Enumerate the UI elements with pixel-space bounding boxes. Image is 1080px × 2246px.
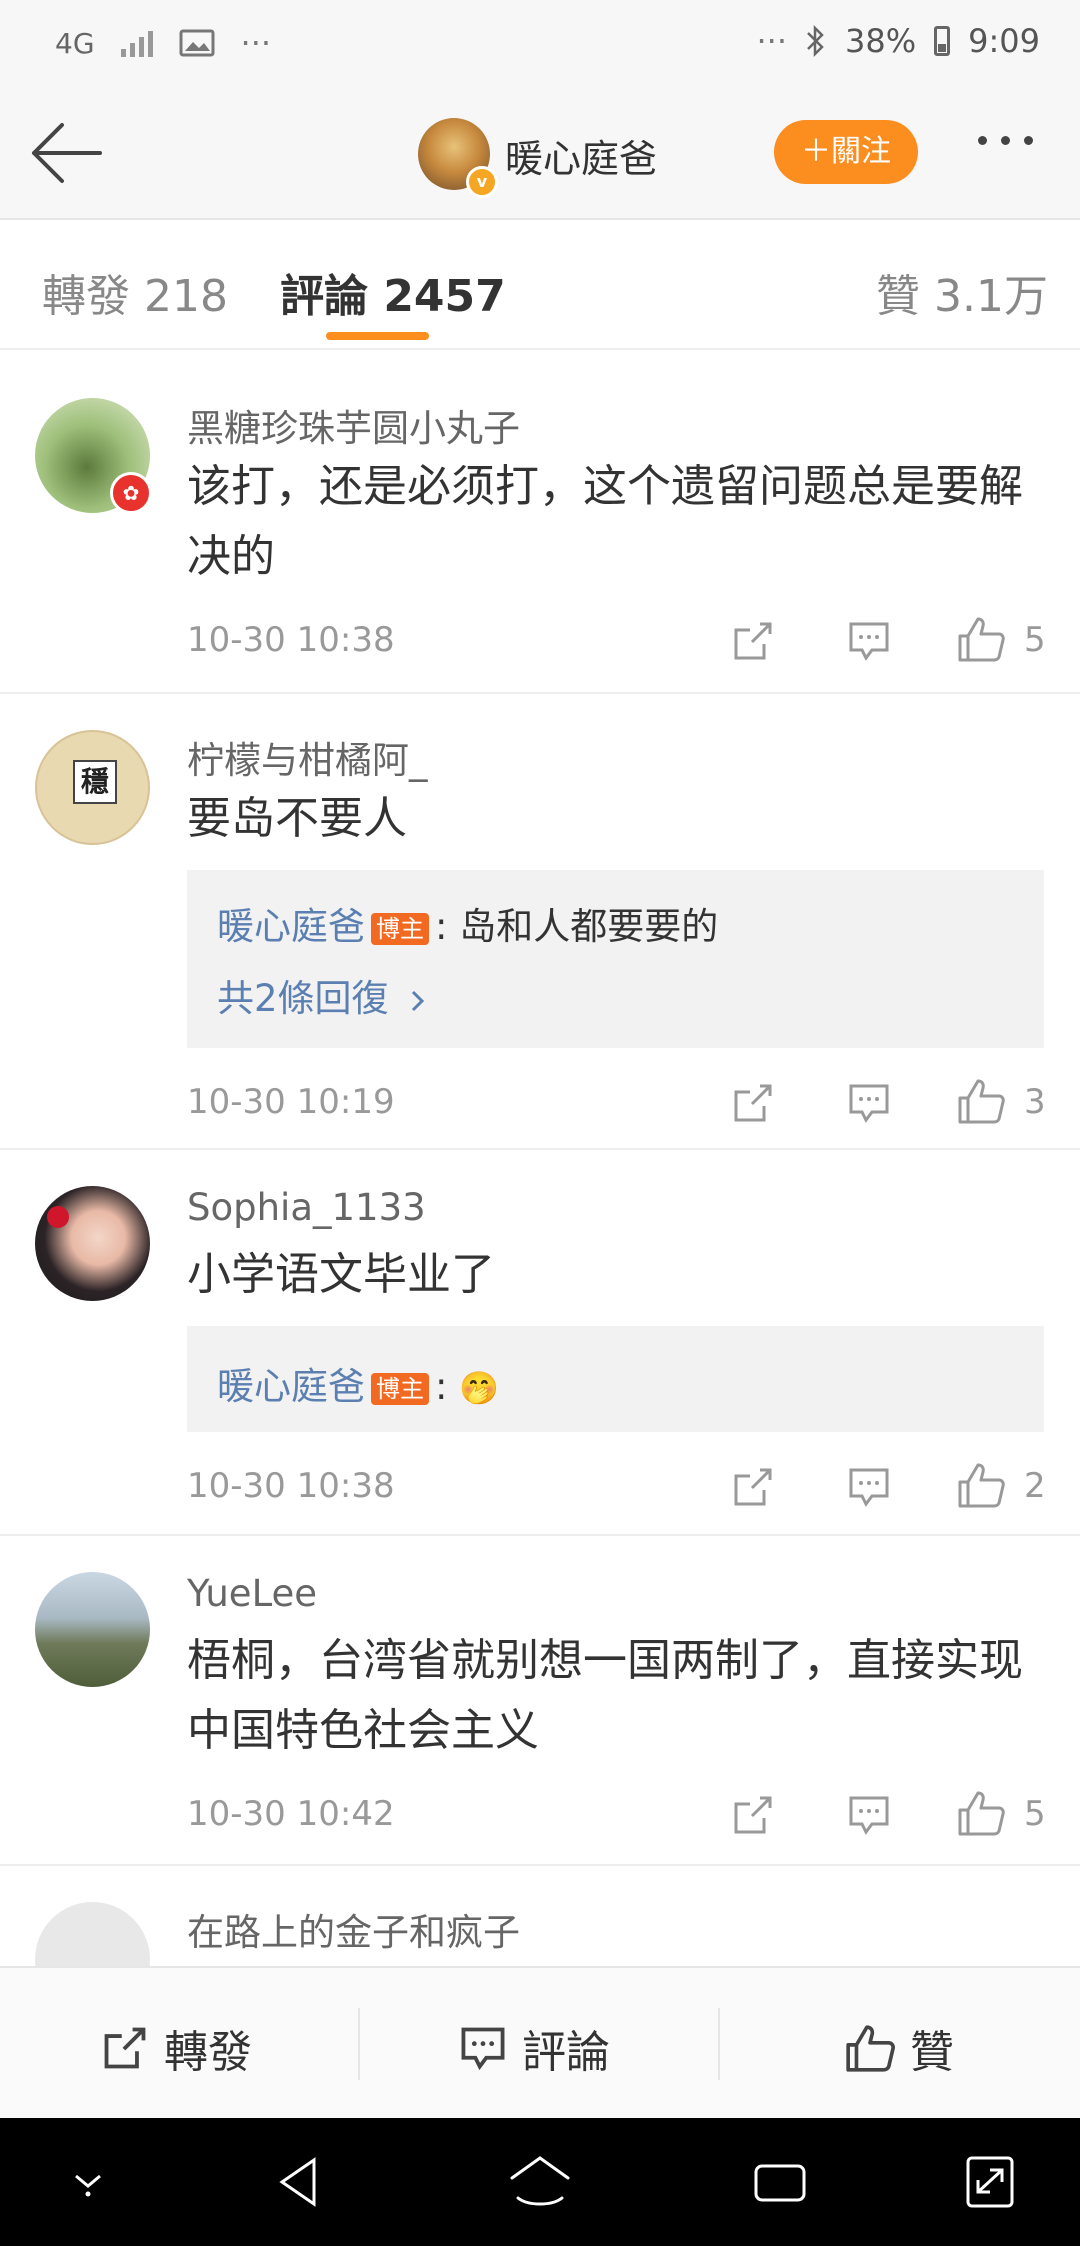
like-count: 3 bbox=[1024, 1082, 1046, 1122]
reply-author[interactable]: 暖心庭爸 bbox=[217, 905, 365, 948]
network-type: 4G bbox=[55, 26, 95, 60]
like-icon[interactable] bbox=[956, 614, 1006, 664]
recent-apps-icon[interactable] bbox=[750, 2152, 810, 2212]
comment-icon[interactable] bbox=[846, 1080, 892, 1126]
tab-comments[interactable]: 評論 2457 bbox=[280, 260, 506, 324]
repost-button[interactable]: 轉發 bbox=[100, 2016, 252, 2080]
chevron-right-icon bbox=[412, 990, 425, 1011]
like-button[interactable]: 贊 bbox=[844, 2016, 954, 2080]
reply-box[interactable]: 暖心庭爸 博主: 🤭 bbox=[187, 1326, 1044, 1432]
follow-button[interactable]: ＋關注 bbox=[774, 120, 918, 184]
commenter-avatar[interactable] bbox=[35, 1572, 150, 1687]
reply-author[interactable]: 暖心庭爸 bbox=[217, 1365, 365, 1408]
system-navigation-bar bbox=[0, 2118, 1080, 2246]
commenter-name[interactable]: YueLee bbox=[187, 1572, 317, 1615]
commenter-name[interactable]: 黑糖珍珠芋圆小丸子 bbox=[187, 398, 520, 452]
expand-icon[interactable] bbox=[962, 2152, 1018, 2212]
clock: 9:09 bbox=[968, 22, 1040, 60]
comment-icon[interactable] bbox=[846, 1464, 892, 1510]
notification-dots: ··· bbox=[240, 24, 272, 62]
reply-text: : 岛和人都要要的 bbox=[435, 905, 719, 948]
comment-icon[interactable] bbox=[846, 618, 892, 664]
comment-label: 評論 bbox=[522, 2027, 610, 2078]
like-count: 5 bbox=[1024, 1794, 1046, 1834]
tab-bar: 轉發 218 評論 2457 贊 3.1万 bbox=[0, 220, 1080, 350]
comment-item: 穩 柠檬与柑橘阿_ 要岛不要人 暖心庭爸 博主: 岛和人都要要的 共2條回復 10… bbox=[0, 692, 1080, 1150]
commenter-name[interactable]: 柠檬与柑橘阿_ bbox=[187, 730, 428, 784]
reply-box[interactable]: 暖心庭爸 博主: 岛和人都要要的 共2條回復 bbox=[187, 870, 1044, 1048]
bluetooth-icon bbox=[807, 24, 824, 58]
comment-item: Sophia_1133 小学语文毕业了 暖心庭爸 博主: 🤭 10-30 10:3… bbox=[0, 1148, 1080, 1536]
repost-icon bbox=[104, 2027, 146, 2069]
like-icon[interactable] bbox=[956, 1788, 1006, 1838]
commenter-name[interactable]: Sophia_1133 bbox=[187, 1186, 426, 1229]
like-icon bbox=[846, 2025, 895, 2072]
author-name[interactable]: 暖心庭爸 bbox=[505, 128, 657, 183]
commenter-avatar[interactable] bbox=[35, 1186, 150, 1301]
active-tab-indicator bbox=[326, 332, 429, 340]
repost-icon[interactable] bbox=[730, 618, 776, 664]
comment-text: 小学语文毕业了 bbox=[187, 1249, 495, 1300]
like-icon[interactable] bbox=[956, 1460, 1006, 1510]
hide-keyboard-icon[interactable] bbox=[66, 2152, 110, 2212]
shush-emoji-icon: 🤭 bbox=[459, 1369, 500, 1407]
comment-time: 10-30 10:19 bbox=[187, 1082, 395, 1122]
reply-line: 暖心庭爸 博主: 岛和人都要要的 bbox=[217, 896, 718, 950]
gallery-icon bbox=[179, 29, 215, 57]
tab-reposts[interactable]: 轉發 218 bbox=[42, 260, 228, 324]
reply-text: : bbox=[435, 1365, 448, 1408]
badge-icon: ✿ bbox=[110, 472, 152, 514]
view-replies-link[interactable]: 共2條回復 bbox=[217, 968, 428, 1022]
back-triangle-icon[interactable] bbox=[274, 2152, 324, 2212]
back-arrow-icon[interactable] bbox=[28, 120, 104, 186]
commenter-avatar[interactable]: 穩 bbox=[35, 730, 150, 845]
commenter-name[interactable]: 在路上的金子和疯子 bbox=[187, 1902, 520, 1956]
comment-button[interactable]: 評論 bbox=[458, 2016, 610, 2080]
like-count: 2 bbox=[1024, 1466, 1046, 1506]
blogger-tag: 博主 bbox=[371, 1372, 429, 1405]
comment-time: 10-30 10:38 bbox=[187, 1466, 395, 1506]
comment-time: 10-30 10:38 bbox=[187, 620, 395, 660]
comment-item: 在路上的金子和疯子 bbox=[0, 1866, 1080, 1966]
status-bar: 4G ··· ··· 38% 9:09 bbox=[0, 0, 1080, 90]
repost-icon[interactable] bbox=[730, 1792, 776, 1838]
battery-percent: 38% bbox=[845, 22, 917, 60]
comment-icon bbox=[461, 2027, 505, 2071]
repost-label: 轉發 bbox=[164, 2027, 252, 2078]
comment-icon[interactable] bbox=[846, 1792, 892, 1838]
comment-text: 该打，还是必须打，这个遗留问题总是要解决的 bbox=[187, 461, 1023, 582]
commenter-avatar[interactable] bbox=[35, 1902, 150, 1966]
top-header: v 暖心庭爸 ＋關注 bbox=[0, 90, 1080, 220]
repost-icon[interactable] bbox=[730, 1080, 776, 1126]
like-icon[interactable] bbox=[956, 1076, 1006, 1126]
comment-text: 梧桐，台湾省就别想一国两制了，直接实现中国特色社会主义 bbox=[187, 1635, 1023, 1756]
tab-likes[interactable]: 贊 3.1万 bbox=[876, 260, 1048, 324]
more-options-icon[interactable] bbox=[978, 136, 1033, 145]
battery-icon bbox=[934, 26, 951, 56]
bottom-action-bar: 轉發 評論 贊 bbox=[0, 1966, 1080, 2120]
divider bbox=[358, 2008, 360, 2080]
divider bbox=[718, 2008, 720, 2080]
signal-icon bbox=[120, 29, 153, 57]
blogger-tag: 博主 bbox=[371, 912, 429, 945]
comment-item: YueLee 梧桐，台湾省就别想一国两制了，直接实现中国特色社会主义 10-30… bbox=[0, 1534, 1080, 1866]
like-count: 5 bbox=[1024, 620, 1046, 660]
comment-time: 10-30 10:42 bbox=[187, 1794, 395, 1834]
home-icon[interactable] bbox=[508, 2152, 572, 2212]
more-status-dots: ··· bbox=[756, 22, 788, 60]
repost-icon[interactable] bbox=[730, 1464, 776, 1510]
like-label: 贊 bbox=[910, 2027, 954, 2078]
view-replies-label: 共2條回復 bbox=[217, 977, 389, 1020]
verified-badge-icon: v bbox=[466, 166, 498, 198]
comment-item: ✿ 黑糖珍珠芋圆小丸子 该打，还是必须打，这个遗留问题总是要解决的 10-30 … bbox=[0, 360, 1080, 694]
reply-line: 暖心庭爸 博主: 🤭 bbox=[217, 1356, 499, 1410]
comment-text: 要岛不要人 bbox=[187, 793, 407, 844]
